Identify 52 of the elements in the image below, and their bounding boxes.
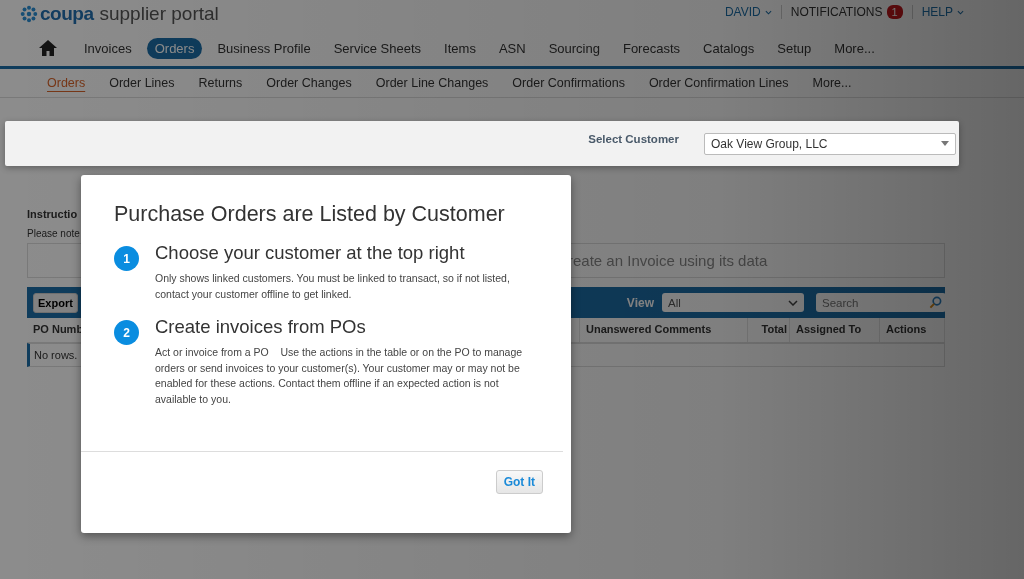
- sub-nav-tab[interactable]: Order Line Changes: [367, 74, 497, 92]
- nav-tab[interactable]: ASN: [490, 37, 534, 59]
- instructions-note: Please note: [27, 228, 79, 239]
- step-heading: Create invoices from POs: [155, 316, 367, 338]
- search-field[interactable]: Search: [816, 293, 946, 312]
- caret-icon: [957, 9, 964, 15]
- nav-tab[interactable]: Business Profile: [209, 37, 319, 59]
- instructions-heading: Instructio: [27, 208, 79, 220]
- user-menu-item[interactable]: HELP: [921, 5, 964, 19]
- nav-tab[interactable]: Setup: [769, 37, 820, 59]
- column-header: Total: [748, 318, 790, 342]
- notification-count: 1: [886, 5, 903, 19]
- nav-tab[interactable]: Sourcing: [540, 37, 608, 59]
- nav-tab[interactable]: Items: [436, 37, 484, 59]
- logo-brand: coupa: [40, 3, 94, 25]
- view-select[interactable]: All: [662, 293, 804, 312]
- empty-table-text: No rows.: [34, 349, 78, 361]
- chevron-icon: [788, 299, 798, 306]
- sub-nav-tab[interactable]: Order Confirmation Lines: [640, 74, 797, 92]
- logo-icon: [20, 5, 38, 23]
- caret-icon: [764, 9, 772, 15]
- sub-nav-tab[interactable]: Orders: [39, 74, 94, 92]
- nav-tab[interactable]: Invoices: [76, 37, 140, 59]
- step-description: Only shows linked customers. You must be linked to transact, so if not listed, contact your customer offline to get linked.: [155, 271, 511, 302]
- step-number: 1: [114, 246, 139, 271]
- step-description: Act or invoice from a PO Use the actions in the table or on the PO to manage orders or send invoices to your customer(s). Your customer may or may not be enabled for these actions. Contact them offline if an expected action is not available to you.: [155, 345, 524, 407]
- nav-tab[interactable]: Orders: [146, 37, 203, 59]
- sub-nav-tab[interactable]: Order Lines: [101, 74, 183, 92]
- home-icon[interactable]: [38, 39, 58, 57]
- modal-title: Purchase Orders are Listed by Customer: [114, 201, 506, 227]
- sub-nav-tab[interactable]: Order Confirmations: [504, 74, 633, 92]
- sub-nav-tab[interactable]: More...: [804, 74, 860, 92]
- nav-tab[interactable]: Service Sheets: [325, 37, 430, 59]
- view-label: View: [626, 295, 654, 310]
- column-header: Actions: [880, 318, 945, 342]
- export-button[interactable]: Export: [33, 292, 78, 313]
- column-header: Unanswered Comments: [580, 318, 748, 342]
- step-heading: Choose your customer at the top right: [155, 242, 466, 264]
- nav-tab[interactable]: Catalogs: [695, 37, 763, 59]
- user-menu-item[interactable]: DAVID: [724, 5, 772, 19]
- select-customer-label: Select Customer: [588, 132, 679, 145]
- logo-product: supplier portal: [99, 3, 219, 25]
- got-it-button[interactable]: Got It: [495, 470, 543, 494]
- sub-nav-tab[interactable]: Returns: [190, 74, 251, 92]
- column-header: Assigned To: [790, 318, 880, 342]
- dropdown-arrow-icon: [941, 141, 949, 146]
- notifications-link[interactable]: NOTIFICATIONS 1: [790, 5, 903, 19]
- nav-tab[interactable]: Forecasts: [614, 37, 688, 59]
- nav-tab[interactable]: More...: [826, 37, 883, 59]
- customer-select[interactable]: Oak View Group, LLC: [704, 132, 956, 155]
- step-number: 2: [114, 320, 139, 345]
- sub-nav-tab[interactable]: Order Changes: [258, 74, 360, 92]
